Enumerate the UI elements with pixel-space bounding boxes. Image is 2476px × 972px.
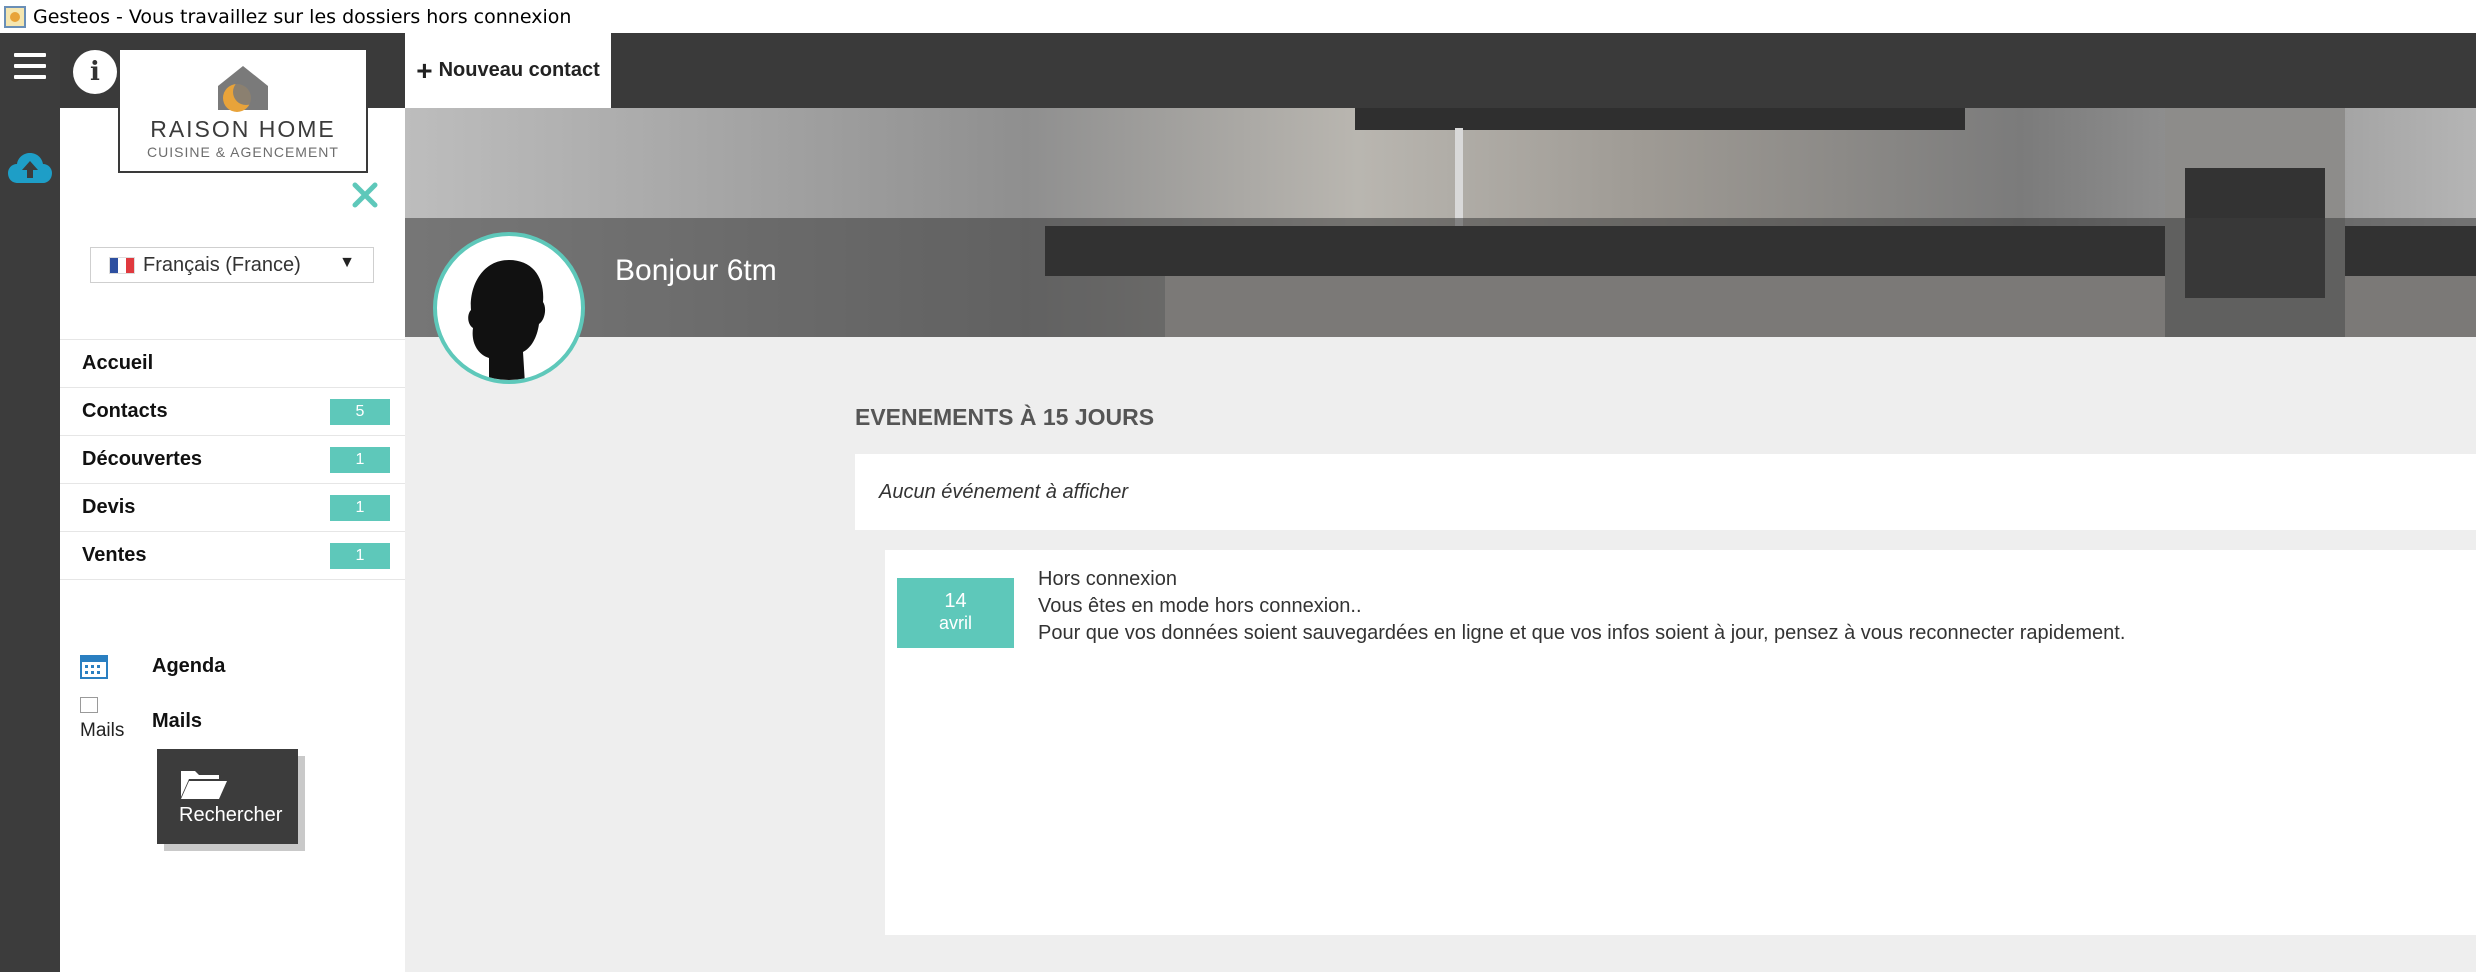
main-content: Bonjour 6tm EVENEMENTS À 15 JOURS Aucun …	[405, 108, 2476, 972]
kitchen-banner	[405, 108, 2476, 337]
language-select[interactable]: Français (France) ▼	[90, 247, 374, 283]
count-badge: 1	[330, 494, 390, 521]
close-icon[interactable]	[350, 180, 380, 210]
france-flag-icon	[109, 256, 135, 274]
user-silhouette-icon	[468, 260, 546, 380]
sidebar-menu: Accueil Contacts 5 Découvertes 1 Devis 1…	[60, 339, 405, 580]
new-contact-label: Nouveau contact	[438, 59, 600, 81]
window-titlebar: Gesteos - Vous travaillez sur les dossie…	[0, 0, 2476, 33]
plus-icon: +	[416, 54, 433, 86]
offline-notice: 14 avril Hors connexion Vous êtes en mod…	[885, 550, 2476, 935]
new-contact-button[interactable]: + Nouveau contact	[405, 33, 611, 108]
logo-brand: RAISON HOME	[150, 116, 336, 142]
dropdown-arrow-icon: ▼	[339, 254, 355, 271]
company-logo: RAISON HOME CUISINE & AGENCEMENT	[118, 48, 368, 173]
calendar-icon	[80, 655, 108, 679]
events-title: EVENEMENTS À 15 JOURS	[855, 404, 1155, 430]
agenda-label: Agenda	[152, 654, 226, 677]
search-button[interactable]: Rechercher	[157, 749, 298, 844]
search-label: Rechercher	[179, 804, 283, 826]
house-logo-icon	[218, 66, 268, 112]
broken-image-icon: Mails	[80, 696, 125, 742]
date-badge: 14 avril	[897, 578, 1014, 648]
notice-line2: Pour que vos données soient sauvegardées…	[1038, 622, 2126, 644]
sidebar-item-decouvertes[interactable]: Découvertes 1	[60, 436, 405, 484]
left-rail	[0, 33, 60, 972]
cloud-upload-icon[interactable]	[7, 151, 53, 185]
notice-line1: Vous êtes en mode hors connexion..	[1038, 595, 1362, 617]
count-badge: 5	[330, 398, 390, 425]
info-icon[interactable]: i	[73, 50, 117, 94]
avatar[interactable]	[433, 232, 585, 384]
hamburger-menu-icon[interactable]	[14, 53, 46, 81]
folder-open-icon	[181, 771, 227, 799]
greeting-text: Bonjour 6tm	[615, 254, 777, 287]
count-badge: 1	[330, 446, 390, 473]
sidebar-item-ventes[interactable]: Ventes 1	[60, 532, 405, 580]
logo-subtitle: CUISINE & AGENCEMENT	[147, 144, 339, 160]
mails-link[interactable]: Mails Mails	[80, 694, 202, 744]
sidebar-item-accueil[interactable]: Accueil	[60, 340, 405, 388]
sidebar-item-devis[interactable]: Devis 1	[60, 484, 405, 532]
notice-title: Hors connexion	[1038, 568, 1177, 590]
language-select-value: Français (France)	[143, 253, 301, 276]
date-month: avril	[938, 613, 972, 633]
mails-label: Mails	[152, 710, 203, 732]
sidebar-item-label: Devis	[82, 496, 136, 518]
agenda-link[interactable]: Agenda	[80, 652, 225, 680]
mails-image-alt: Mails	[80, 719, 125, 741]
count-badge: 1	[330, 542, 390, 569]
notice-text: Hors connexion Vous êtes en mode hors co…	[1038, 566, 2125, 647]
date-day: 14	[944, 590, 967, 612]
sidebar-item-label: Contacts	[82, 400, 168, 422]
events-empty-panel: Aucun événement à afficher	[855, 454, 2476, 530]
sidebar-item-label: Découvertes	[82, 448, 203, 470]
app-icon	[4, 5, 26, 28]
sidebar-item-label: Accueil	[82, 352, 154, 374]
sidebar-item-label: Ventes	[82, 544, 147, 566]
events-empty-message: Aucun événement à afficher	[879, 480, 1129, 503]
window-title: Gesteos - Vous travaillez sur les dossie…	[33, 5, 572, 28]
sidebar-item-contacts[interactable]: Contacts 5	[60, 388, 405, 436]
